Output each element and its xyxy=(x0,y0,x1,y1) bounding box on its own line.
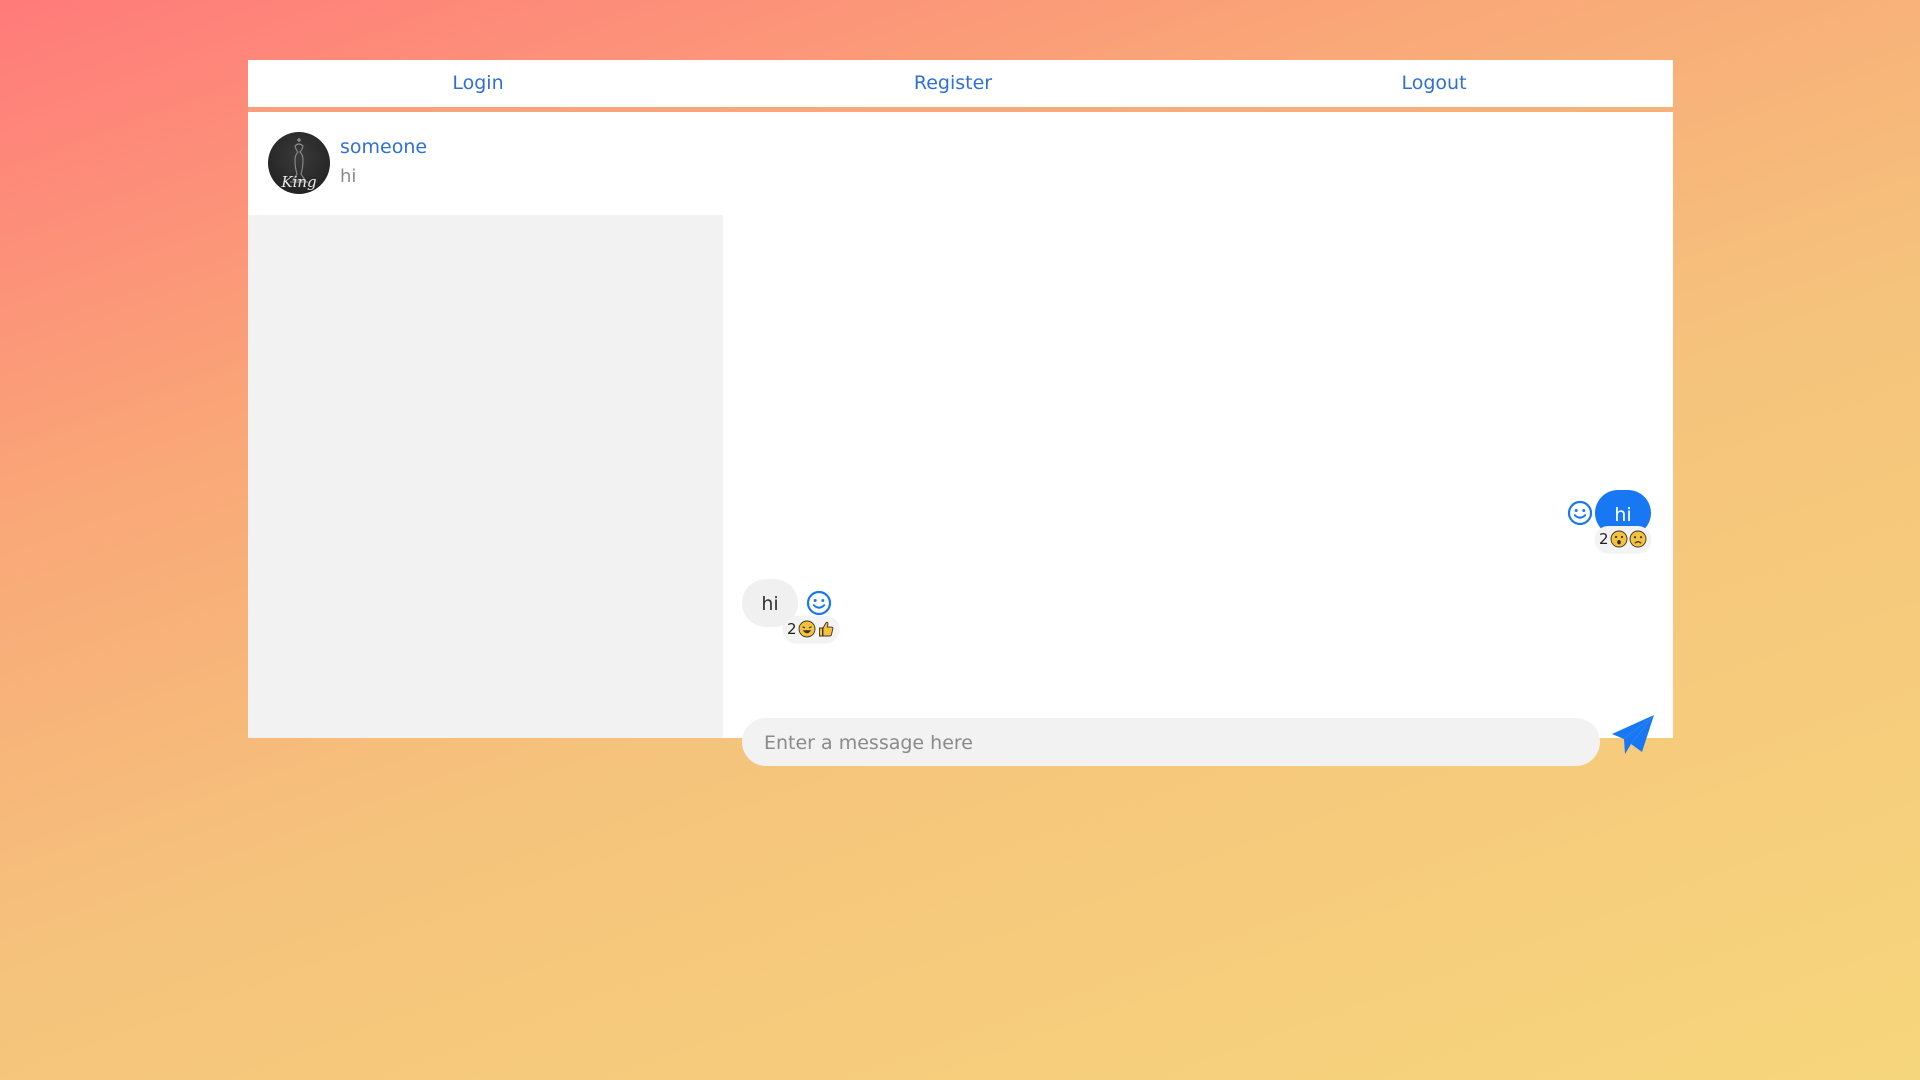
chat-app: Login Register Logout King someone hi hi… xyxy=(248,60,1673,768)
reaction-count: 2 xyxy=(787,620,797,638)
conversation-last-message: hi xyxy=(340,166,357,187)
conversation-name: someone xyxy=(340,136,428,158)
conversation-sidebar: King someone hi xyxy=(248,112,723,738)
top-navbar: Login Register Logout xyxy=(248,60,1673,107)
message-reactions[interactable]: 2 xyxy=(1595,526,1651,552)
king-chess-piece-icon: King xyxy=(280,138,317,191)
chat-panel: hi 2 hi 2 xyxy=(723,112,1673,768)
smile-icon[interactable] xyxy=(805,589,833,617)
message-composer xyxy=(742,718,1600,768)
avatar-logo-text: King xyxy=(280,173,316,191)
laughing-face-emoji xyxy=(798,620,815,638)
conversation-item[interactable]: King someone hi xyxy=(248,112,723,215)
sad-face-emoji xyxy=(1629,530,1646,548)
surprised-face-emoji xyxy=(1610,530,1627,548)
logout-link[interactable]: Logout xyxy=(1401,60,1466,107)
paper-plane-icon[interactable] xyxy=(1609,712,1657,758)
thumbs-up-emoji xyxy=(818,621,833,637)
avatar: King xyxy=(268,132,330,194)
message-reactions[interactable]: 2 xyxy=(783,616,839,642)
reaction-count: 2 xyxy=(1599,530,1609,548)
message-input[interactable] xyxy=(762,718,1586,768)
smile-icon[interactable] xyxy=(1566,499,1594,527)
login-link[interactable]: Login xyxy=(452,60,503,107)
register-link[interactable]: Register xyxy=(914,60,992,107)
